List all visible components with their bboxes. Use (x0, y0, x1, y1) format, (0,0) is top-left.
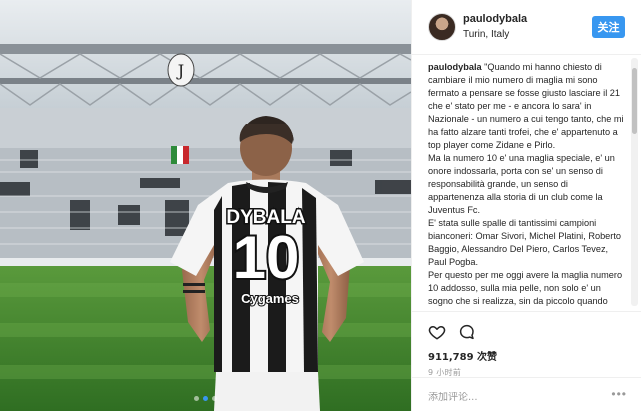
comment-box: ••• (412, 377, 641, 411)
carousel-dot-active[interactable] (203, 396, 208, 401)
caption-text: "Quando mi hanno chiesto di cambiare il … (428, 62, 624, 310)
caption: paulodybala "Quando mi hanno chiesto di … (428, 61, 624, 310)
likes-count[interactable]: 911,789 次赞 (428, 348, 625, 363)
follow-button[interactable]: 关注 (592, 16, 625, 38)
action-icons (428, 320, 625, 344)
comment-input[interactable] (428, 392, 608, 403)
comment-bubble-icon[interactable] (458, 323, 476, 341)
svg-text:J: J (176, 61, 184, 80)
carousel-dots[interactable] (0, 396, 411, 401)
post-actions: 911,789 次赞 9 小时前 ••• (412, 311, 641, 411)
stadium-photo-image: J DYBALA 10 Cygames (0, 0, 411, 411)
heart-icon[interactable] (428, 323, 446, 341)
caption-username-link[interactable]: paulodybala (428, 62, 482, 72)
caption-scrollbar[interactable] (631, 58, 638, 306)
caption-scroll-area[interactable]: paulodybala "Quando mi hanno chiesto di … (412, 56, 641, 310)
location-link[interactable]: Turin, Italy (463, 27, 527, 42)
avatar[interactable] (428, 13, 456, 41)
username-link[interactable]: paulodybala (463, 12, 527, 27)
user-meta: paulodybala Turin, Italy (463, 12, 527, 42)
jersey-number: 10 (233, 224, 300, 291)
carousel-dot[interactable] (194, 396, 199, 401)
jersey-sponsor: Cygames (241, 291, 299, 306)
post-sidebar: paulodybala Turin, Italy 关注 paulodybala … (411, 0, 641, 411)
scrollbar-thumb[interactable] (632, 68, 637, 134)
carousel-dot[interactable] (212, 396, 217, 401)
post-header: paulodybala Turin, Italy 关注 (412, 0, 641, 55)
more-options-icon[interactable]: ••• (611, 388, 627, 400)
post-photo[interactable]: J DYBALA 10 Cygames (0, 0, 411, 411)
